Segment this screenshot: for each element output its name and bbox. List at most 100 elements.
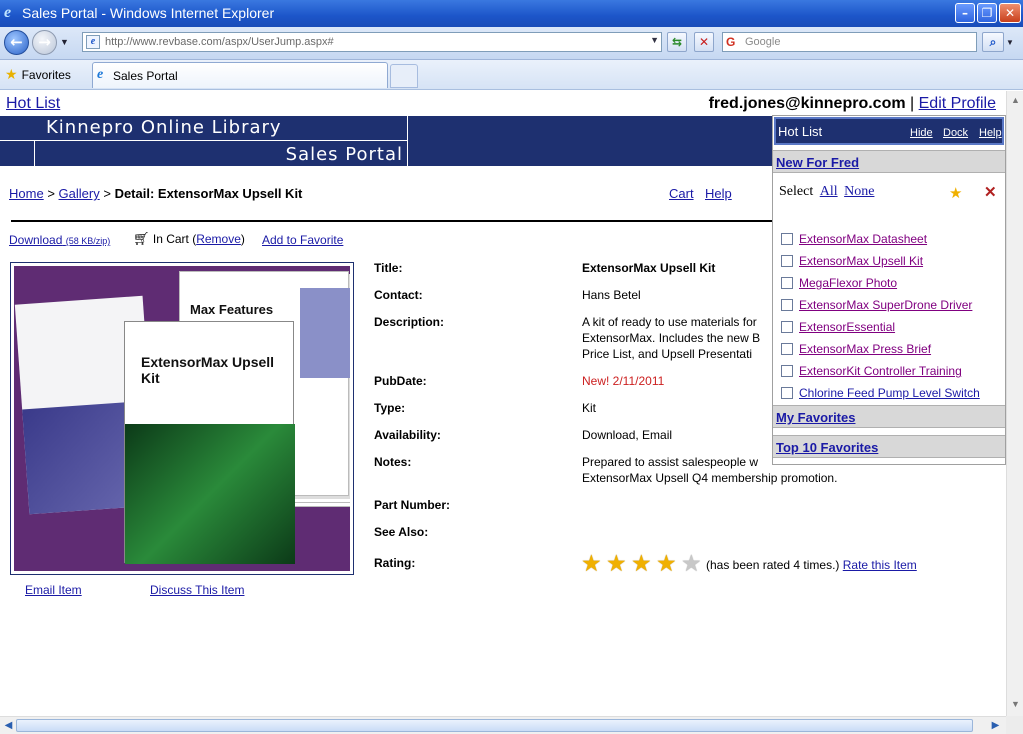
hot-list-item-link[interactable]: ExtensorMax SuperDrone Driver — [799, 298, 972, 312]
back-button[interactable]: ← — [4, 30, 29, 55]
hot-list-item-link[interactable]: ExtensorMax Datasheet — [799, 232, 927, 246]
scroll-right-icon[interactable]: ▶ — [988, 718, 1003, 733]
top10-section[interactable]: Top 10 Favorites — [773, 435, 1005, 458]
hot-list-item[interactable]: MegaFlexor Photo — [781, 276, 897, 290]
tab-title: Sales Portal — [113, 69, 178, 83]
remove-link[interactable]: Remove — [196, 232, 241, 246]
hot-list-item-link[interactable]: Chlorine Feed Pump Level Switch — [799, 386, 980, 400]
user-info: fred.jones@kinnepro.com | Edit Profile — [709, 95, 996, 113]
page-content: Hot List fred.jones@kinnepro.com | Edit … — [0, 91, 1006, 716]
brochure-cover: ExtensorMax Upsell Kit — [124, 321, 295, 564]
horizontal-scrollbar[interactable]: ◀ ▶ — [0, 716, 1006, 734]
availability-label: Availability: — [374, 428, 441, 442]
in-cart-text: In Cart ( — [152, 232, 197, 246]
refresh-button[interactable]: ⇆ — [667, 32, 687, 52]
item-checkbox[interactable] — [781, 233, 793, 245]
hot-list-item-link[interactable]: MegaFlexor Photo — [799, 276, 897, 290]
star-filled-icon[interactable]: ★ — [606, 550, 631, 577]
breadcrumb-home[interactable]: Home — [9, 186, 44, 201]
help-link[interactable]: Help — [705, 186, 732, 201]
hot-list-item[interactable]: ExtensorMax Press Brief — [781, 342, 931, 356]
hot-list-item[interactable]: ExtensorMax Upsell Kit — [781, 254, 923, 268]
cart-link[interactable]: Cart — [669, 186, 694, 201]
hot-list-item[interactable]: Chlorine Feed Pump Level Switch — [781, 386, 980, 400]
in-cart-close: ) — [240, 232, 245, 246]
star-filled-icon[interactable]: ★ — [631, 550, 656, 577]
discuss-item-link[interactable]: Discuss This Item — [150, 583, 244, 597]
breadcrumb-gallery[interactable]: Gallery — [59, 186, 100, 201]
hot-list-item-link[interactable]: ExtensorMax Upsell Kit — [799, 254, 923, 268]
window-title: Sales Portal - Windows Internet Explorer — [22, 5, 275, 21]
restore-button[interactable]: ❐ — [977, 3, 997, 23]
rating-stars[interactable]: ★ ★ ★ ★ ★ — [581, 550, 706, 577]
address-input[interactable]: e http://www.revbase.com/aspx/UserJump.a… — [82, 32, 662, 52]
scroll-up-icon[interactable]: ▲ — [1008, 93, 1023, 108]
scroll-thumb[interactable] — [16, 719, 973, 732]
star-filled-icon[interactable]: ★ — [656, 550, 681, 577]
panel-help-link[interactable]: Help — [979, 127, 1002, 139]
minimize-button[interactable]: – — [955, 3, 975, 23]
cart-status: 🛒︎ In Cart (Remove) — [133, 231, 245, 247]
forward-button[interactable]: → — [32, 30, 57, 55]
item-checkbox[interactable] — [781, 343, 793, 355]
search-button[interactable]: ⌕ — [982, 32, 1004, 52]
select-none-link[interactable]: None — [844, 184, 874, 199]
top10-label[interactable]: Top 10 Favorites — [776, 440, 878, 455]
rating-count-text: (has been rated 4 times.) — [706, 558, 840, 572]
new-for-label[interactable]: New For Fred — [776, 155, 859, 170]
item-checkbox[interactable] — [781, 321, 793, 333]
vertical-scrollbar[interactable]: ▲ ▼ — [1006, 91, 1023, 716]
select-all-link[interactable]: All — [820, 184, 838, 199]
new-tab-button[interactable] — [390, 64, 418, 88]
scroll-left-icon[interactable]: ◀ — [1, 718, 16, 733]
hot-list-item[interactable]: ExtensorMax Datasheet — [781, 232, 927, 246]
see-also-label: See Also: — [374, 525, 429, 539]
item-checkbox[interactable] — [781, 365, 793, 377]
hot-list-item[interactable]: ExtensorMax SuperDrone Driver — [781, 298, 972, 312]
item-checkbox[interactable] — [781, 299, 793, 311]
top-row: Hot List fred.jones@kinnepro.com | Edit … — [0, 91, 1006, 115]
cover-title: ExtensorMax Upsell Kit — [141, 354, 275, 386]
hot-list-item[interactable]: ExtensorEssential — [781, 320, 895, 334]
new-for-section[interactable]: New For Fred — [773, 150, 1005, 173]
address-dropdown-icon[interactable]: ▼ — [650, 35, 659, 45]
close-window-button[interactable]: ✕ — [999, 3, 1021, 23]
pubdate-value: New! 2/11/2011 — [582, 374, 665, 388]
favorites-bar: ★ Favorites e Sales Portal — [0, 60, 1023, 90]
window-title-bar: e Sales Portal - Windows Internet Explor… — [0, 0, 1023, 27]
notes-label: Notes: — [374, 455, 412, 469]
hide-link[interactable]: Hide — [910, 127, 933, 139]
dock-link[interactable]: Dock — [943, 127, 968, 139]
history-dropdown-icon[interactable]: ▼ — [60, 37, 69, 47]
google-icon: G — [726, 35, 736, 49]
hot-list-link[interactable]: Hot List — [6, 95, 60, 113]
tab-sales-portal[interactable]: e Sales Portal — [92, 62, 388, 88]
rate-item-link[interactable]: Rate this Item — [843, 558, 917, 572]
item-checkbox[interactable] — [781, 277, 793, 289]
hot-list-item-link[interactable]: ExtensorKit Controller Training — [799, 364, 962, 378]
remove-x-icon[interactable]: ✕ — [984, 183, 997, 201]
my-favorites-label[interactable]: My Favorites — [776, 410, 855, 425]
edit-profile-link[interactable]: Edit Profile — [919, 95, 996, 112]
hot-list-item[interactable]: ExtensorKit Controller Training — [781, 364, 962, 378]
favorites-button[interactable]: ★ Favorites — [5, 66, 71, 83]
star-filled-icon[interactable]: ★ — [581, 550, 606, 577]
download-size: (58 KB/zip) — [65, 236, 111, 246]
item-checkbox[interactable] — [781, 255, 793, 267]
download-action[interactable]: Download (58 KB/zip) — [9, 233, 110, 247]
favorite-star-icon[interactable]: ★ — [949, 184, 962, 202]
add-to-favorite-link[interactable]: Add to Favorite — [262, 233, 343, 247]
description-line: A kit of ready to use materials for — [582, 315, 757, 329]
search-input[interactable]: G Google — [722, 32, 977, 52]
star-empty-icon[interactable]: ★ — [681, 550, 706, 577]
download-link[interactable]: Download (58 KB/zip) — [9, 233, 110, 247]
my-favorites-section[interactable]: My Favorites — [773, 405, 1005, 428]
hot-list-item-link[interactable]: ExtensorEssential — [799, 320, 895, 334]
stop-button[interactable]: ✕ — [694, 32, 714, 52]
address-text: http://www.revbase.com/aspx/UserJump.asp… — [105, 36, 334, 48]
search-options-icon[interactable]: ▼ — [1006, 38, 1014, 47]
item-checkbox[interactable] — [781, 387, 793, 399]
email-item-link[interactable]: Email Item — [25, 583, 82, 597]
scroll-down-icon[interactable]: ▼ — [1008, 697, 1023, 712]
hot-list-item-link[interactable]: ExtensorMax Press Brief — [799, 342, 931, 356]
